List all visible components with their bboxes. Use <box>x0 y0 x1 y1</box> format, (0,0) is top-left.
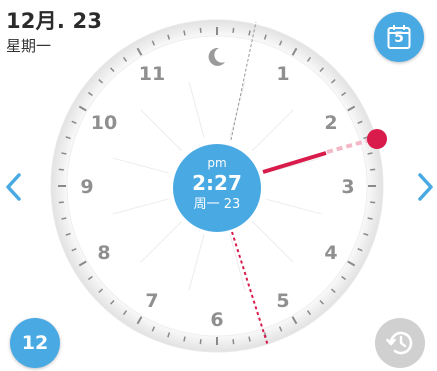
minute-tick <box>367 217 373 220</box>
time-display[interactable]: pm 2:27 周一 23 <box>173 144 261 232</box>
minute-tick <box>58 201 64 204</box>
hour-label-5: 5 <box>276 290 290 312</box>
chevron-left-icon[interactable] <box>3 171 25 203</box>
minute-tick <box>199 339 202 345</box>
hour-label-7: 7 <box>145 290 159 312</box>
calendar-button[interactable]: 5 <box>374 12 424 62</box>
moon-icon <box>208 47 225 66</box>
hour-label-3: 3 <box>341 176 355 198</box>
hour-label-11: 11 <box>138 63 166 85</box>
date-header: 12月. 23 星期一 <box>6 8 102 56</box>
minute-tick <box>232 27 235 33</box>
day-label: 周一 23 <box>193 197 241 212</box>
clock-screen: 12月. 23 星期一 5 11 1 10 2 9 3 8 4 7 5 6 pm… <box>0 0 437 371</box>
history-button[interactable] <box>375 318 425 368</box>
calendar-day-number: 5 <box>394 30 404 46</box>
minute-tick <box>370 201 376 204</box>
minute-tick <box>232 339 235 345</box>
hour-label-10: 10 <box>90 112 118 134</box>
hour-label-1: 1 <box>276 63 290 85</box>
hour-label-4: 4 <box>324 242 338 264</box>
hour-label-6: 6 <box>210 309 224 331</box>
hour-label-9: 9 <box>80 176 94 198</box>
date-label: 12月. 23 <box>6 9 103 33</box>
minute-tick <box>183 336 186 342</box>
hour-mode-badge[interactable]: 12 <box>10 318 60 368</box>
ampm-label: pm <box>207 156 227 170</box>
history-icon <box>386 331 413 355</box>
minute-tick <box>61 152 67 155</box>
minute-tick <box>61 217 67 220</box>
chevron-right-icon[interactable] <box>414 171 436 203</box>
minute-tick <box>183 30 186 36</box>
hour-label-8: 8 <box>97 242 111 264</box>
minute-tick <box>248 336 251 342</box>
minute-tick <box>367 152 373 155</box>
hour-hand-knob[interactable] <box>367 129 387 149</box>
hour-label-2: 2 <box>324 112 338 134</box>
time-value: 2:27 <box>192 171 242 195</box>
minute-tick <box>199 27 202 33</box>
minute-tick <box>370 168 376 171</box>
weekday-label: 星期一 <box>6 37 52 55</box>
minute-tick <box>248 30 251 36</box>
minute-tick <box>58 168 64 171</box>
